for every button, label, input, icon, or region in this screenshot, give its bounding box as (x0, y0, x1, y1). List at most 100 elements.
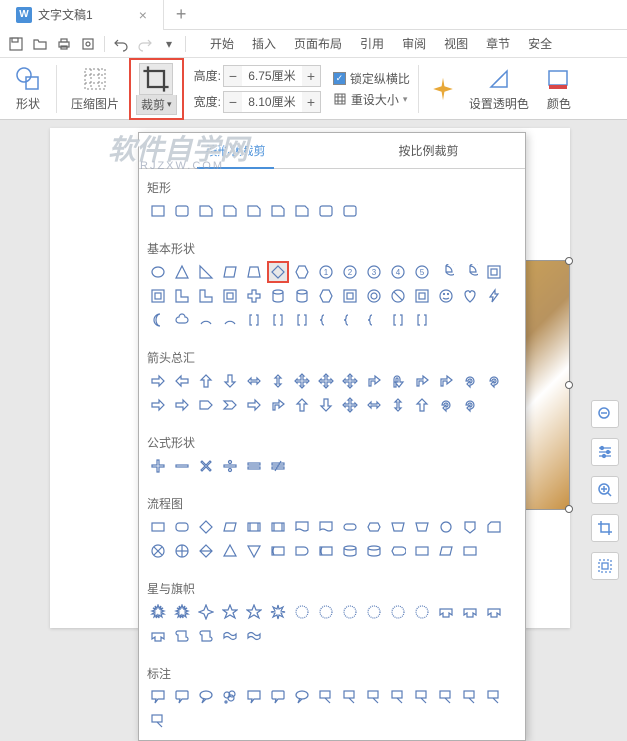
shape-option[interactable] (315, 601, 337, 623)
preview-icon[interactable] (80, 36, 96, 52)
shape-option[interactable] (291, 370, 313, 392)
menu-view[interactable]: 视图 (444, 35, 468, 52)
shape-option[interactable] (195, 309, 217, 331)
shape-option[interactable] (219, 601, 241, 623)
zoom-in-button[interactable] (591, 476, 619, 504)
compress-button[interactable]: 压缩图片 (65, 63, 125, 114)
shape-option[interactable] (291, 200, 313, 222)
shape-option[interactable] (435, 516, 457, 538)
save-icon[interactable] (8, 36, 24, 52)
shape-option[interactable] (195, 601, 217, 623)
shape-option[interactable] (147, 200, 169, 222)
select-button[interactable] (591, 552, 619, 580)
shape-option[interactable] (267, 455, 289, 477)
shape-option[interactable] (147, 285, 169, 307)
menu-chapter[interactable]: 章节 (486, 35, 510, 52)
shape-option[interactable] (267, 309, 289, 331)
shape-option[interactable] (243, 309, 265, 331)
shape-option[interactable] (411, 309, 433, 331)
shape-option[interactable] (267, 261, 289, 283)
shape-option[interactable] (171, 285, 193, 307)
shape-option[interactable] (363, 370, 385, 392)
shape-option[interactable] (171, 309, 193, 331)
shape-option[interactable] (291, 285, 313, 307)
shape-button[interactable]: 形状 (8, 63, 48, 114)
crop-button[interactable]: 裁剪▾ (132, 61, 181, 117)
shape-option[interactable] (339, 601, 361, 623)
shape-option[interactable] (171, 394, 193, 416)
menu-layout[interactable]: 页面布局 (294, 35, 342, 52)
dropdown-icon[interactable]: ▾ (161, 36, 177, 52)
redo-icon[interactable] (137, 36, 153, 52)
shape-option[interactable] (411, 601, 433, 623)
minus-icon[interactable]: − (224, 92, 242, 112)
shape-option[interactable] (339, 540, 361, 562)
shape-option[interactable] (459, 601, 481, 623)
document-tab[interactable]: W 文字文稿1 × (0, 0, 164, 30)
shape-option[interactable] (363, 686, 385, 708)
shape-option[interactable] (147, 370, 169, 392)
shape-option[interactable] (483, 686, 505, 708)
shape-option[interactable] (243, 261, 265, 283)
shape-option[interactable] (459, 261, 481, 283)
shape-option[interactable] (219, 261, 241, 283)
shape-option[interactable] (291, 686, 313, 708)
shape-option[interactable] (267, 394, 289, 416)
effect-button[interactable] (427, 73, 459, 105)
shape-option[interactable] (459, 370, 481, 392)
shape-option[interactable] (411, 370, 433, 392)
shape-option[interactable] (243, 200, 265, 222)
reset-size-button[interactable]: 重设大小 ▾ (333, 91, 410, 108)
shape-option[interactable] (387, 601, 409, 623)
print-icon[interactable] (56, 36, 72, 52)
shape-option[interactable] (243, 394, 265, 416)
shape-option[interactable] (459, 540, 481, 562)
shape-option[interactable] (147, 394, 169, 416)
shape-option[interactable] (339, 285, 361, 307)
close-icon[interactable]: × (139, 7, 147, 23)
shape-option[interactable] (243, 285, 265, 307)
shape-option[interactable] (243, 625, 265, 647)
shape-option[interactable] (363, 516, 385, 538)
shape-option[interactable] (171, 625, 193, 647)
shape-option[interactable] (363, 309, 385, 331)
shape-option[interactable]: 3 (363, 261, 385, 283)
shape-option[interactable] (339, 394, 361, 416)
tab-by-shape[interactable]: 按形状裁剪 (139, 133, 332, 168)
shape-option[interactable] (291, 516, 313, 538)
resize-handle[interactable] (565, 257, 573, 265)
shape-option[interactable] (483, 601, 505, 623)
shape-option[interactable]: 4 (387, 261, 409, 283)
shape-option[interactable] (171, 601, 193, 623)
shape-option[interactable] (195, 625, 217, 647)
shape-option[interactable] (171, 200, 193, 222)
tab-by-ratio[interactable]: 按比例裁剪 (332, 133, 525, 168)
add-tab-button[interactable]: + (164, 4, 199, 25)
shape-option[interactable] (267, 601, 289, 623)
shape-option[interactable] (387, 540, 409, 562)
shape-option[interactable] (147, 686, 169, 708)
shape-option[interactable] (219, 625, 241, 647)
shape-option[interactable] (315, 394, 337, 416)
shape-option[interactable] (147, 601, 169, 623)
shape-option[interactable] (219, 540, 241, 562)
menu-start[interactable]: 开始 (210, 35, 234, 52)
shape-option[interactable] (219, 516, 241, 538)
shape-option[interactable] (267, 370, 289, 392)
shape-option[interactable] (291, 309, 313, 331)
shape-option[interactable] (171, 261, 193, 283)
shape-option[interactable] (147, 261, 169, 283)
shape-option[interactable]: 1 (315, 261, 337, 283)
shape-option[interactable]: 2 (339, 261, 361, 283)
shape-option[interactable] (435, 261, 457, 283)
shape-option[interactable] (147, 625, 169, 647)
shape-option[interactable] (411, 686, 433, 708)
shape-option[interactable] (243, 540, 265, 562)
shape-option[interactable] (411, 285, 433, 307)
shape-option[interactable] (435, 394, 457, 416)
shape-option[interactable] (219, 370, 241, 392)
shape-option[interactable] (243, 516, 265, 538)
shape-option[interactable] (219, 309, 241, 331)
shape-option[interactable] (435, 370, 457, 392)
shape-option[interactable] (363, 601, 385, 623)
